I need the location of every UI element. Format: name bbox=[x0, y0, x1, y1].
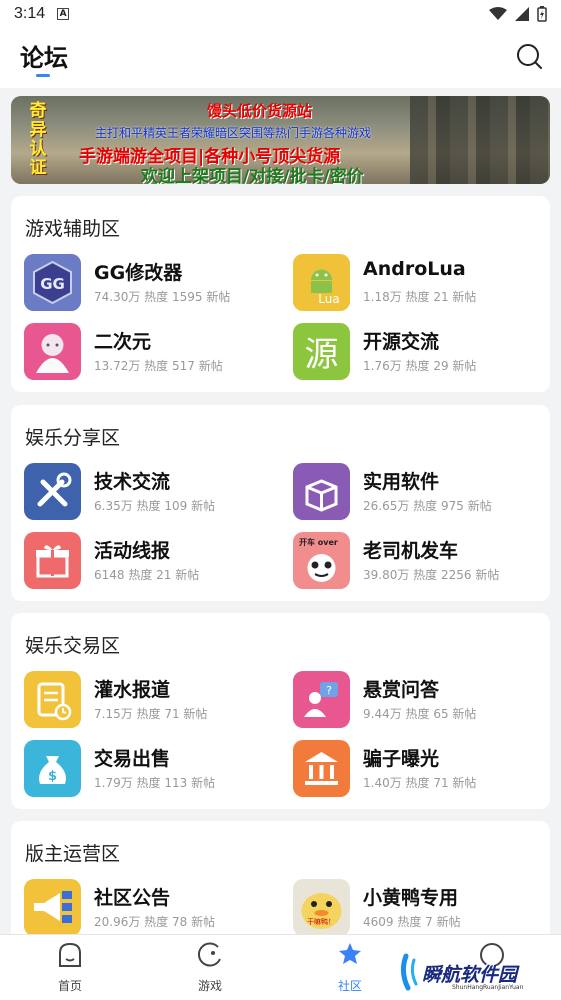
forum-stats: 6148 热度 21 新帖 bbox=[94, 568, 200, 582]
forum-name: 灌水报道 bbox=[94, 679, 171, 701]
forum-stats: 7.15万 热度 71 新帖 bbox=[94, 707, 208, 721]
promo-banner[interactable]: 奇异认证 馒头低价货源站 主打和平精英王者荣耀暗区突围等热门手游各种游戏 手游端… bbox=[11, 96, 550, 184]
forum-stats: 1.40万 热度 71 新帖 bbox=[363, 776, 477, 790]
game-icon bbox=[197, 942, 221, 967]
svg-text:Lua: Lua bbox=[318, 292, 339, 306]
watermark-text: 瞬航软件园 bbox=[422, 964, 518, 986]
svg-text:GG: GG bbox=[40, 275, 65, 293]
forum-name: 悬赏问答 bbox=[363, 679, 440, 701]
forum-name: 小黄鸭专用 bbox=[363, 887, 459, 909]
forum-stats: 26.65万 热度 975 新帖 bbox=[363, 499, 492, 513]
banner-side-text: 奇异认证 bbox=[29, 101, 47, 178]
banner-subline: 主打和平精英王者荣耀暗区突围等热门手游各种游戏 bbox=[95, 126, 372, 140]
android-lua-icon: Lua bbox=[293, 254, 350, 311]
section-title: 娱乐分享区 bbox=[25, 427, 121, 449]
forum-name: 社区公告 bbox=[94, 887, 171, 909]
banner-headline: 馒头低价货源站 bbox=[207, 102, 313, 120]
banner-figures-image bbox=[410, 96, 550, 184]
forum-item-software[interactable]: 实用软件 26.65万 热度 975 新帖 bbox=[293, 463, 543, 523]
forum-name: 实用软件 bbox=[363, 471, 440, 493]
community-icon bbox=[339, 943, 361, 964]
nav-games[interactable]: 游戏 bbox=[170, 941, 250, 994]
panda-meme-icon: 开车 over bbox=[293, 532, 350, 589]
forum-item-qa[interactable]: ? 悬赏问答 9.44万 热度 65 新帖 bbox=[293, 671, 543, 731]
forum-name: 技术交流 bbox=[94, 471, 171, 493]
wifi-icon bbox=[489, 7, 507, 20]
forum-name: 开源交流 bbox=[363, 331, 440, 353]
section-card-game-assist: 游戏辅助区 GG GG修改器 74.30万 热度 1595 新帖 Lua And… bbox=[11, 196, 550, 392]
title-underline bbox=[36, 74, 50, 77]
nav-label: 社区 bbox=[337, 979, 362, 993]
forum-stats: 74.30万 热度 1595 新帖 bbox=[94, 290, 231, 304]
status-bar: 3:14 A bbox=[0, 0, 561, 28]
status-time: 3:14 bbox=[14, 5, 46, 22]
forum-stats: 9.44万 热度 65 新帖 bbox=[363, 707, 477, 721]
document-clock-icon bbox=[24, 671, 81, 728]
forum-stats: 1.18万 热度 21 新帖 bbox=[363, 290, 477, 304]
megaphone-icon bbox=[24, 879, 81, 936]
box-icon bbox=[293, 463, 350, 520]
section-title: 版主运营区 bbox=[25, 843, 121, 865]
tools-icon bbox=[24, 463, 81, 520]
forum-item-announcements[interactable]: 社区公告 20.96万 热度 78 新帖 bbox=[24, 879, 274, 939]
forum-name: 活动线报 bbox=[94, 540, 171, 562]
forum-name: 老司机发车 bbox=[363, 540, 459, 562]
nav-label: 游戏 bbox=[197, 979, 222, 993]
watermark: 瞬航软件园 ShunHangRuanJianYuan bbox=[400, 948, 560, 998]
section-title: 游戏辅助区 bbox=[25, 218, 121, 240]
svg-text:$: $ bbox=[48, 769, 57, 784]
bank-icon bbox=[293, 740, 350, 797]
forum-item-oldriver[interactable]: 开车 over 老司机发车 39.80万 热度 2256 新帖 bbox=[293, 532, 543, 592]
forum-name: GG修改器 bbox=[94, 262, 183, 284]
nav-home[interactable]: 首页 bbox=[30, 941, 110, 994]
forum-stats: 6.35万 热度 109 新帖 bbox=[94, 499, 216, 513]
forum-item-duck[interactable]: 干嘛鸭！ 小黄鸭专用 4609 热度 7 新帖 bbox=[293, 879, 543, 939]
question-user-icon: ? bbox=[293, 671, 350, 728]
yuan-char-icon: 源 bbox=[293, 323, 350, 380]
forum-stats: 39.80万 热度 2256 新帖 bbox=[363, 568, 500, 582]
duck-icon: 干嘛鸭！ bbox=[293, 879, 350, 936]
forum-item-sale[interactable]: $ 交易出售 1.79万 热度 113 新帖 bbox=[24, 740, 274, 800]
forum-name: 交易出售 bbox=[94, 748, 171, 770]
forum-name: AndroLua bbox=[363, 258, 466, 280]
forum-stats: 1.76万 热度 29 新帖 bbox=[363, 359, 477, 373]
forum-item-scammer[interactable]: 骗子曝光 1.40万 热度 71 新帖 bbox=[293, 740, 543, 800]
forum-item-anime[interactable]: 二次元 13.72万 热度 517 新帖 bbox=[24, 323, 274, 383]
gg-icon: GG bbox=[24, 254, 81, 311]
notification-badge-icon: A bbox=[57, 8, 70, 20]
forum-stats: 1.79万 热度 113 新帖 bbox=[94, 776, 216, 790]
gift-icon bbox=[24, 532, 81, 589]
search-icon[interactable] bbox=[515, 42, 543, 70]
forum-stats: 4609 热度 7 新帖 bbox=[363, 915, 461, 929]
home-icon bbox=[59, 942, 81, 967]
signal-icon bbox=[515, 7, 529, 21]
forum-name: 二次元 bbox=[94, 331, 152, 353]
watermark-subtext: ShunHangRuanJianYuan bbox=[452, 984, 524, 991]
forum-item-checkin[interactable]: 灌水报道 7.15万 热度 71 新帖 bbox=[24, 671, 274, 731]
money-bag-icon: $ bbox=[24, 740, 81, 797]
forum-item-androlua[interactable]: Lua AndroLua 1.18万 热度 21 新帖 bbox=[293, 254, 543, 314]
forum-item-gg[interactable]: GG GG修改器 74.30万 热度 1595 新帖 bbox=[24, 254, 274, 314]
forum-stats: 13.72万 热度 517 新帖 bbox=[94, 359, 223, 373]
nav-community[interactable]: 社区 bbox=[310, 941, 390, 994]
svg-text:?: ? bbox=[326, 684, 332, 697]
anime-girl-icon bbox=[24, 323, 81, 380]
forum-item-tech[interactable]: 技术交流 6.35万 热度 109 新帖 bbox=[24, 463, 274, 523]
header: 论坛 bbox=[0, 28, 561, 88]
forum-stats: 20.96万 热度 78 新帖 bbox=[94, 915, 216, 929]
forum-name: 骗子曝光 bbox=[363, 748, 440, 770]
section-card-trade: 娱乐交易区 灌水报道 7.15万 热度 71 新帖 ? 悬赏问答 9.44万 热… bbox=[11, 613, 550, 809]
battery-icon bbox=[537, 6, 547, 22]
banner-line-4: 欢迎上架项目/对接/批卡/密价 bbox=[141, 167, 364, 184]
duck-caption: 干嘛鸭！ bbox=[307, 918, 335, 926]
nav-label: 首页 bbox=[57, 979, 82, 993]
yuan-char-text: 源 bbox=[304, 335, 339, 375]
forum-item-opensource[interactable]: 源 开源交流 1.76万 热度 29 新帖 bbox=[293, 323, 543, 383]
forum-item-events[interactable]: 活动线报 6148 热度 21 新帖 bbox=[24, 532, 274, 592]
section-title: 娱乐交易区 bbox=[25, 635, 121, 657]
section-card-entertainment-share: 娱乐分享区 技术交流 6.35万 热度 109 新帖 实用软件 26.65万 热… bbox=[11, 405, 550, 601]
page-title: 论坛 bbox=[20, 44, 68, 72]
